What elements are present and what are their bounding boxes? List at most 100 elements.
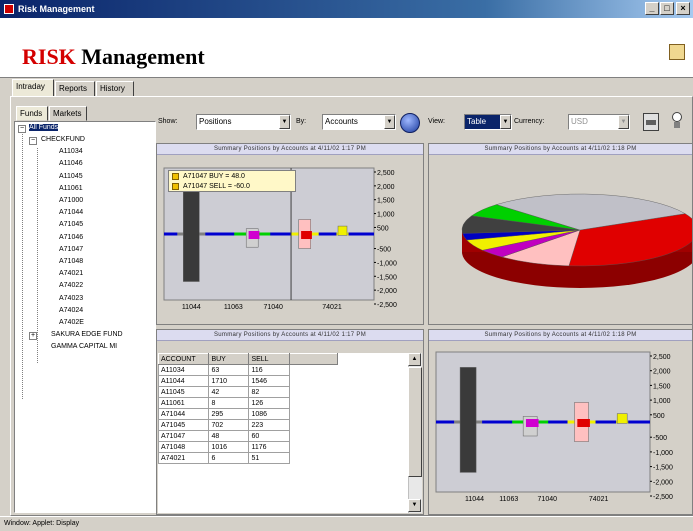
help-book-icon[interactable] (669, 44, 685, 60)
tree-item[interactable]: A71048 (59, 258, 83, 265)
tree-item[interactable]: A71044 (59, 209, 83, 216)
column-header[interactable]: BUY (208, 353, 250, 365)
tree-item[interactable]: A11045 (59, 173, 83, 180)
y-tick-label: -2,000 (377, 288, 397, 295)
tree-item[interactable]: GAMMA CAPITAL MI (51, 343, 117, 350)
y-tick-label: -2,500 (653, 494, 673, 501)
show-select[interactable]: Positions ▼ (196, 114, 291, 130)
table-row[interactable]: A71044 295 1086 (158, 408, 338, 420)
x-tick-label: 11044 (182, 304, 201, 311)
y-tick-label: -1,500 (377, 274, 397, 281)
lightbulb-icon[interactable] (672, 112, 684, 130)
table-row[interactable]: A11034 63 116 (158, 364, 338, 376)
panel-header-bottomright: Summary Positions by Accounts at 4/11/02… (429, 330, 692, 341)
table-row[interactable]: A11061 8 126 (158, 397, 338, 409)
table-cell: 51 (248, 452, 290, 464)
tree-item[interactable]: A71047 (59, 246, 83, 253)
table-cell: 60 (248, 430, 290, 442)
table-row[interactable]: A71047 48 60 (158, 430, 338, 442)
tree-item[interactable]: A74023 (59, 295, 83, 302)
column-header[interactable]: ACCOUNT (158, 353, 210, 365)
tree-item[interactable]: A11061 (59, 185, 83, 192)
y-tick-label: 500 (653, 413, 665, 420)
scroll-down-button[interactable]: ▼ (408, 499, 421, 512)
tree-item[interactable]: A71000 (59, 197, 83, 204)
tree-item[interactable]: CHECKFUND (41, 136, 85, 143)
table-row[interactable]: A11045 42 82 (158, 386, 338, 398)
y-tick-label: 2,000 (377, 184, 395, 191)
table-cell: A11045 (158, 386, 210, 398)
table-row[interactable]: A74021 6 51 (158, 452, 338, 464)
legend-swatch (172, 172, 179, 180)
table-cell: A71045 (158, 419, 210, 431)
positions-table-viewport: ACCOUNT BUY SELL A11034 63 116 A11044 1710 1546 A… (158, 353, 408, 513)
tree-item[interactable]: A71045 (59, 221, 83, 228)
bar (616, 413, 628, 424)
tree-item[interactable]: A7402E (59, 319, 84, 326)
table-row[interactable]: A11044 1710 1546 (158, 375, 338, 387)
y-tick-label: -500 (653, 435, 667, 442)
tree-item[interactable]: A71046 (59, 234, 83, 241)
tree-item[interactable]: A11046 (59, 160, 83, 167)
tree-item[interactable]: A74024 (59, 307, 83, 314)
table-cell: 295 (208, 408, 250, 420)
panel-header-bottomleft: Summary Positions by Accounts at 4/11/02… (157, 330, 423, 341)
table-row[interactable]: A71045 702 223 (158, 419, 338, 431)
tab-markets[interactable]: Markets (49, 106, 87, 121)
legend-label: A71047 SELL = -60.0 (183, 182, 250, 190)
refresh-globe-icon[interactable] (400, 113, 420, 133)
tree-expander-icon[interactable]: + (29, 332, 37, 341)
bar-chart-topleft[interactable]: 2,500 2,000 1,500 1,000 500 -500 -1,000 -1,500 -… (160, 160, 422, 320)
column-header[interactable]: SELL (248, 353, 290, 365)
printer-icon[interactable] (643, 113, 659, 131)
bar-accent (248, 231, 260, 239)
y-tick-label: -1,000 (653, 450, 673, 457)
bar (459, 367, 477, 473)
pie-chart[interactable] (430, 158, 692, 323)
by-label: By: (296, 118, 307, 125)
fund-tree[interactable]: − All Funds − CHECKFUND A11034 A11046 A11045 A1… (14, 121, 156, 513)
tree-expander-icon[interactable]: − (29, 137, 37, 145)
table-filler (290, 431, 338, 442)
tree-item[interactable]: A74021 (59, 270, 83, 277)
tab-funds[interactable]: Funds (16, 106, 48, 121)
y-tick-label: 1,500 (377, 198, 395, 205)
table-cell: A71047 (158, 430, 210, 442)
currency-select[interactable]: USD ▼ (568, 114, 630, 130)
x-tick-label: 71040 (263, 304, 283, 311)
table-row[interactable]: A71048 1016 1176 (158, 441, 338, 453)
tab-history[interactable]: History (96, 81, 134, 97)
table-filler (290, 376, 338, 387)
table-cell: A11034 (158, 364, 210, 376)
tree-collapse-icon[interactable]: − (18, 125, 26, 133)
y-tick-label: 1,000 (377, 212, 395, 219)
minimize-button[interactable]: _ (645, 2, 659, 15)
close-button[interactable]: × (676, 2, 690, 15)
positions-table: ACCOUNT BUY SELL A11034 63 116 A11044 1710 1546 A… (158, 353, 338, 464)
scroll-thumb[interactable] (408, 367, 422, 477)
maximize-button[interactable]: □ (660, 2, 674, 15)
window-title: Risk Management (18, 4, 95, 14)
tab-intraday[interactable]: Intraday (12, 79, 54, 97)
y-tick-label: 500 (377, 225, 389, 232)
table-filler (290, 453, 338, 464)
tree-item[interactable]: A74022 (59, 282, 83, 289)
table-cell: 48 (208, 430, 250, 442)
tree-guide-line (37, 148, 38, 363)
table-cell: 1546 (248, 375, 290, 387)
tree-item[interactable]: A11034 (59, 148, 83, 155)
scroll-up-button[interactable]: ▲ (408, 353, 421, 366)
table-cell: 42 (208, 386, 250, 398)
y-tick-label: -2,500 (377, 302, 397, 309)
tree-root[interactable]: All Funds (29, 124, 59, 131)
bar (337, 225, 348, 236)
by-select[interactable]: Accounts ▼ (322, 114, 396, 130)
window-titlebar[interactable]: Risk Management (0, 0, 693, 18)
view-select[interactable]: Table ▼ (464, 114, 512, 130)
currency-label: Currency: (514, 118, 545, 125)
chart-legend: A71047 BUY = 48.0 A71047 SELL = -60.0 (168, 170, 296, 192)
table-filler (290, 365, 338, 376)
tab-reports[interactable]: Reports (55, 81, 95, 97)
tree-item[interactable]: SAKURA EDGE FUND (51, 331, 123, 338)
bar-chart-bottomright[interactable]: 2,500 2,000 1,500 1,000 500 -500 -1,000 -1,500 -… (430, 344, 692, 514)
